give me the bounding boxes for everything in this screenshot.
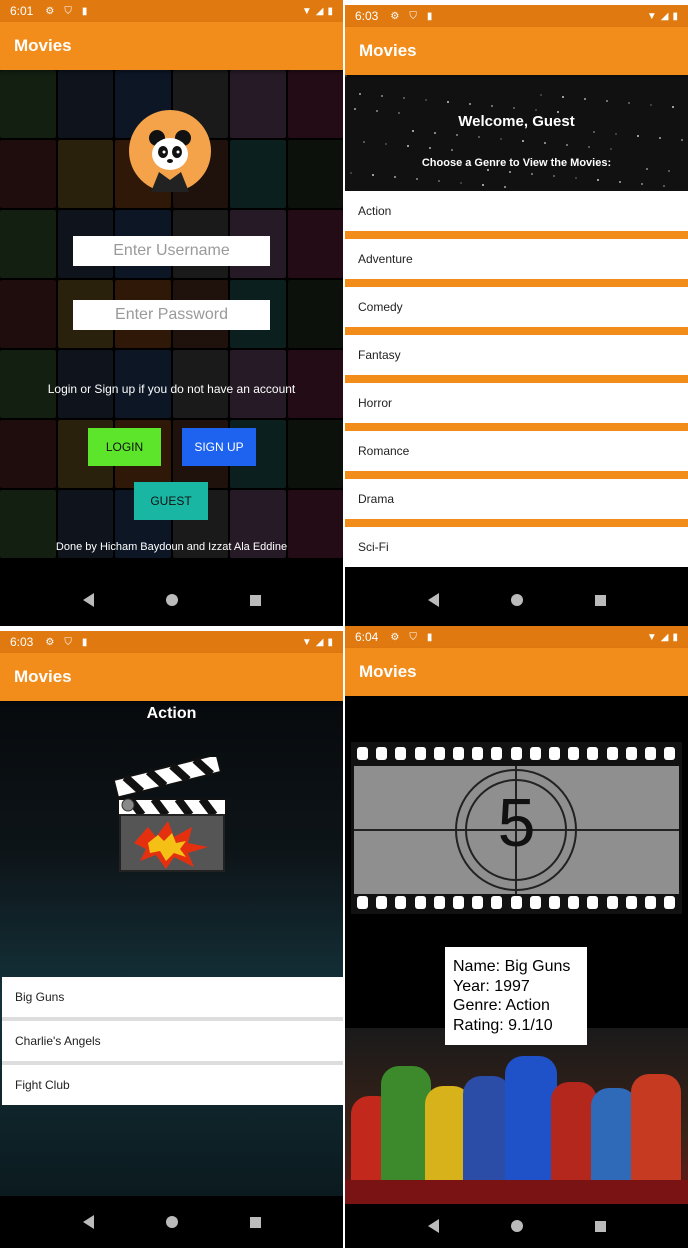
welcome-text: Welcome, Guest	[458, 113, 575, 130]
home-icon[interactable]	[165, 594, 178, 606]
movie-year: Year: 1997	[453, 977, 530, 995]
status-bar: 6:04 ⚙ ⛉ ▮ ▼ ◢ ▮	[345, 626, 688, 648]
settings-icon: ⚙	[45, 5, 55, 17]
movie-list: Big Guns Charlie's Angels Fight Club	[2, 977, 343, 1105]
recent-apps-icon[interactable]	[249, 594, 261, 606]
app-bar-title: Movies	[345, 27, 688, 75]
genre-item[interactable]: Adventure	[345, 239, 688, 279]
genre-item[interactable]: Sci-Fi	[345, 527, 688, 567]
nav-bar	[345, 574, 688, 626]
app-bar-title: Movies	[345, 648, 688, 696]
shield-icon: ⛉	[64, 636, 72, 648]
home-icon[interactable]	[510, 594, 523, 606]
movie-rating: Rating: 9.1/10	[453, 1016, 553, 1034]
back-icon[interactable]	[82, 593, 94, 607]
home-icon[interactable]	[510, 1220, 523, 1232]
back-icon[interactable]	[82, 1215, 94, 1229]
movie-detail-screen: 6:04 ⚙ ⛉ ▮ ▼ ◢ ▮ Movies 5 Name: Big Guns Yea…	[345, 626, 688, 1248]
login-button[interactable]: LOGIN	[88, 428, 161, 466]
home-icon[interactable]	[165, 1216, 178, 1228]
settings-icon: ⚙	[45, 636, 55, 648]
movie-info-box: Name: Big Guns Year: 1997 Genre: Action …	[445, 947, 587, 1045]
sd-card-icon: ▮	[81, 636, 88, 648]
back-icon[interactable]	[427, 593, 439, 607]
wifi-icon: ▼	[646, 631, 657, 643]
status-bar: 6:03 ⚙ ⛉ ▮ ▼ ◢ ▮	[0, 631, 343, 653]
movie-name: Name: Big Guns	[453, 958, 571, 975]
movie-item[interactable]: Charlie's Angels	[2, 1021, 343, 1061]
genre-item[interactable]: Action	[345, 191, 688, 231]
signup-button[interactable]: SIGN UP	[182, 428, 256, 466]
genre-item[interactable]: Fantasy	[345, 335, 688, 375]
genre-title: Action	[146, 705, 197, 722]
genre-item[interactable]: Drama	[345, 479, 688, 519]
settings-icon: ⚙	[390, 631, 400, 643]
genre-item[interactable]: Romance	[345, 431, 688, 471]
genre-item[interactable]: Horror	[345, 383, 688, 423]
superhero-crowd-image	[345, 1028, 688, 1206]
battery-icon: ▮	[327, 5, 333, 17]
countdown-frame: 5	[354, 766, 679, 894]
battery-icon: ▮	[327, 636, 333, 648]
countdown-number: 5	[497, 785, 536, 861]
movie-item[interactable]: Big Guns	[2, 977, 343, 1017]
shield-icon: ⛉	[409, 10, 417, 22]
signal-icon: ◢	[315, 5, 324, 17]
starfield-background	[345, 75, 688, 191]
settings-icon: ⚙	[390, 10, 400, 22]
app-bar-title: Movies	[0, 22, 343, 70]
status-bar: 6:03 ⚙ ⛉ ▮ ▼ ◢ ▮	[345, 5, 688, 27]
nav-bar	[0, 1196, 343, 1248]
sd-card-icon: ▮	[81, 5, 88, 17]
movie-list-screen: 6:03 ⚙ ⛉ ▮ ▼ ◢ ▮ Movies Action Big Guns Char…	[0, 631, 343, 1248]
genre-item[interactable]: Comedy	[345, 287, 688, 327]
recent-apps-icon[interactable]	[594, 594, 606, 606]
genre-list: Action Adventure Comedy Fantasy Horror R…	[345, 191, 688, 567]
recent-apps-icon[interactable]	[594, 1220, 606, 1232]
wifi-icon: ▼	[301, 5, 312, 17]
status-bar: 6:01 ⚙ ⛉ ▮ ▼ ◢ ▮	[0, 0, 343, 22]
status-time: 6:04	[355, 630, 379, 644]
status-time: 6:03	[355, 9, 379, 23]
choose-genre-text: Choose a Genre to View the Movies:	[421, 157, 612, 169]
credits-text: Done by Hicham Baydoun and Izzat Ala Edd…	[55, 541, 288, 553]
clapperboard-icon	[108, 753, 230, 880]
status-time: 6:01	[10, 4, 34, 18]
movie-genre: Genre: Action	[453, 997, 550, 1014]
login-hint-text: Login or Sign up if you do not have an a…	[47, 382, 296, 396]
password-input[interactable]: Enter Password	[73, 300, 270, 330]
signal-icon: ◢	[660, 10, 669, 22]
nav-bar	[0, 574, 343, 626]
signal-icon: ◢	[660, 631, 669, 643]
signal-icon: ◢	[315, 636, 324, 648]
sd-card-icon: ▮	[426, 631, 433, 643]
nav-bar	[345, 1204, 688, 1248]
battery-icon: ▮	[672, 631, 678, 643]
sd-card-icon: ▮	[426, 10, 433, 22]
film-strip-image: 5	[351, 742, 682, 914]
app-bar-title: Movies	[0, 653, 343, 701]
wifi-icon: ▼	[301, 636, 312, 648]
battery-icon: ▮	[672, 10, 678, 22]
panda-avatar	[129, 110, 211, 192]
back-icon[interactable]	[427, 1219, 439, 1233]
status-time: 6:03	[10, 635, 34, 649]
username-input[interactable]: Enter Username	[73, 236, 270, 266]
shield-icon: ⛉	[64, 5, 72, 17]
recent-apps-icon[interactable]	[249, 1216, 261, 1228]
shield-icon: ⛉	[409, 631, 417, 643]
login-screen: 6:01 ⚙ ⛉ ▮ ▼ ◢ ▮ Movies Enter Username Enter…	[0, 0, 343, 626]
guest-button[interactable]: GUEST	[134, 482, 208, 520]
genre-screen: 6:03 ⚙ ⛉ ▮ ▼ ◢ ▮ Movies Welcome, Guest Choos…	[345, 5, 688, 626]
movie-item[interactable]: Fight Club	[2, 1065, 343, 1105]
wifi-icon: ▼	[646, 10, 657, 22]
